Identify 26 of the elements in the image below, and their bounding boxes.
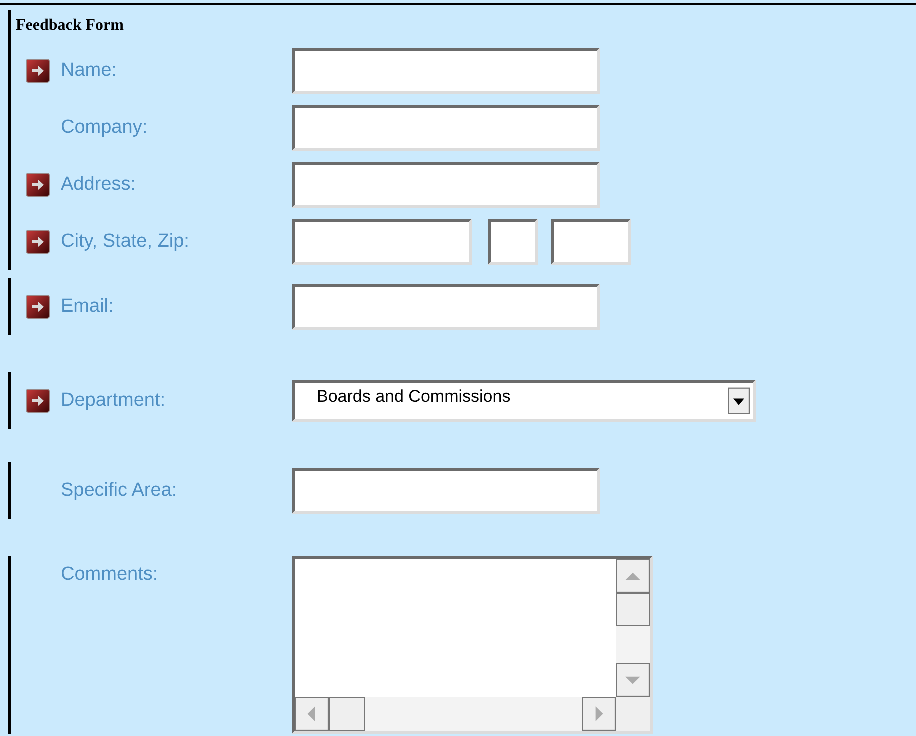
field-label: City, State, Zip: bbox=[61, 230, 190, 252]
zip-field[interactable] bbox=[551, 218, 631, 264]
field-label: Department: bbox=[61, 390, 167, 412]
field-label: Company: bbox=[61, 116, 149, 138]
field-label: Specific Area: bbox=[61, 480, 178, 502]
scroll-left-icon[interactable] bbox=[295, 697, 329, 731]
field-label: Comments: bbox=[61, 564, 160, 586]
field-label: Name: bbox=[61, 60, 118, 82]
comments-field[interactable] bbox=[292, 556, 653, 734]
field-label: Address: bbox=[61, 174, 137, 196]
scroll-right-icon[interactable] bbox=[582, 697, 616, 731]
scrollbar-thumb[interactable] bbox=[616, 593, 650, 626]
text-field[interactable] bbox=[292, 284, 600, 330]
text-field[interactable] bbox=[292, 162, 600, 208]
text-field[interactable] bbox=[292, 468, 600, 514]
scrollbar-corner bbox=[616, 697, 650, 731]
scroll-up-icon[interactable] bbox=[616, 559, 650, 593]
state-field[interactable] bbox=[488, 218, 538, 264]
text-field[interactable] bbox=[292, 48, 600, 94]
city-field[interactable] bbox=[292, 218, 472, 264]
department-dropdown[interactable]: Boards and Commissions bbox=[292, 380, 756, 422]
scroll-down-icon[interactable] bbox=[616, 663, 650, 697]
field-label: Email: bbox=[61, 296, 115, 318]
form-title: Feedback Form bbox=[8, 10, 128, 42]
scrollbar-thumb[interactable] bbox=[329, 697, 365, 731]
text-field[interactable] bbox=[292, 104, 600, 150]
